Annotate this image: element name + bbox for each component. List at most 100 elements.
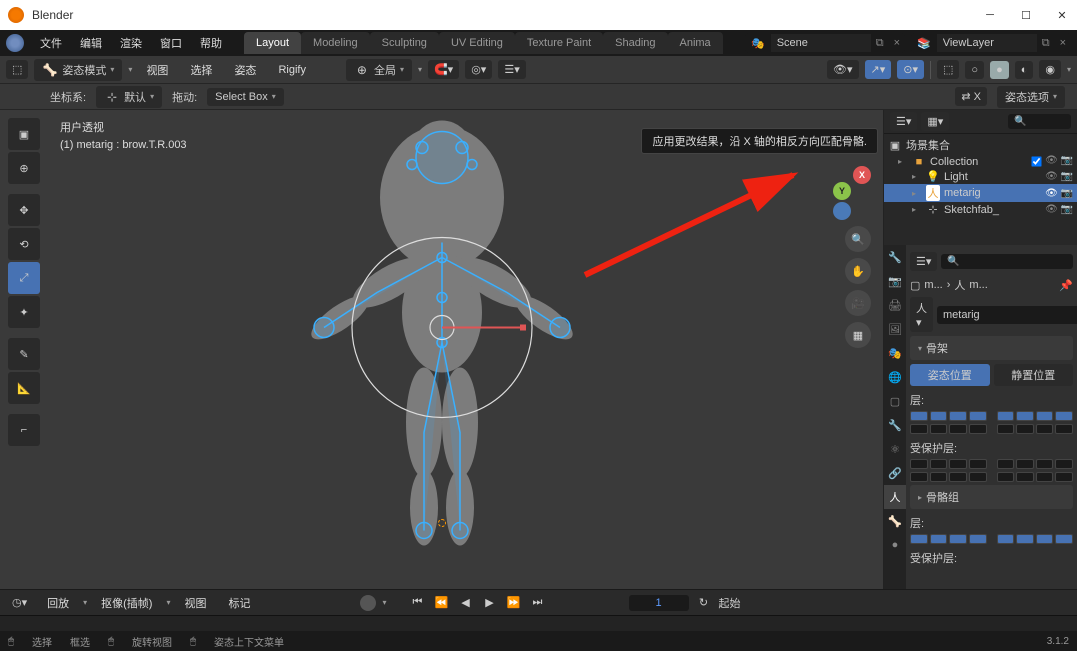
ptab-output[interactable]: 🖨 xyxy=(884,293,906,317)
timeline-marker[interactable]: 标记 xyxy=(220,591,258,615)
tool-rotate[interactable]: ⟲ xyxy=(8,228,40,260)
tool-extrude[interactable]: ⌐ xyxy=(8,414,40,446)
ptab-modifier[interactable]: 🔧 xyxy=(884,413,906,437)
outliner-display-mode[interactable]: ☰▾ xyxy=(890,112,917,131)
armature-datablock-icon[interactable]: 人▾ xyxy=(910,297,933,332)
visibility-dropdown[interactable]: 👁▾ xyxy=(827,60,859,79)
expand-icon[interactable]: ▸ xyxy=(898,157,908,166)
workspace-shading[interactable]: Shading xyxy=(603,32,667,54)
tool-transform[interactable]: ✦ xyxy=(8,296,40,328)
3d-viewport[interactable]: ▣ ⊕ ✥ ⟲ ⤢ ✦ ✎ 📐 ⌐ 用户透视 (1) metarig : bro… xyxy=(0,110,883,589)
ptab-tool[interactable]: 🔧 xyxy=(884,245,906,269)
ptab-object[interactable]: ▢ xyxy=(884,389,906,413)
viewlayer-delete-icon[interactable]: × xyxy=(1055,37,1071,49)
mirror-x-button[interactable]: ⇄ X xyxy=(955,87,987,106)
autokey-toggle[interactable] xyxy=(360,595,376,611)
ptab-scene[interactable]: 🎭 xyxy=(884,341,906,365)
shading-rendered[interactable]: ◉ xyxy=(1039,60,1061,79)
scene-copy-icon[interactable]: ⧉ xyxy=(871,37,889,50)
keyframe-prev-button[interactable]: ⏪ xyxy=(433,594,451,612)
protected-layers[interactable] xyxy=(910,459,1073,469)
ptab-physics[interactable]: ⚛ xyxy=(884,437,906,461)
keyframe-next-button[interactable]: ⏩ xyxy=(505,594,523,612)
menu-pose[interactable]: 姿态 xyxy=(226,58,264,82)
scene-field[interactable]: 🎭 ⧉ × xyxy=(745,33,905,53)
axis-x-icon[interactable]: X xyxy=(853,166,871,184)
pill-pose-position[interactable]: 姿态位置 xyxy=(910,364,990,386)
pan-button[interactable]: ✋ xyxy=(845,258,871,284)
snap-toggle[interactable]: 🧲▾ xyxy=(428,60,459,79)
collection-checkbox[interactable] xyxy=(1031,156,1041,166)
ptab-material[interactable]: ● xyxy=(884,533,906,557)
ptab-bone[interactable]: 🦴 xyxy=(884,509,906,533)
current-frame-input[interactable] xyxy=(629,595,689,611)
menu-window[interactable]: 窗口 xyxy=(152,31,190,55)
viewlayer-browse-icon[interactable]: 📚 xyxy=(911,37,937,50)
coord-dropdown[interactable]: ⊹ 默认 ▾ xyxy=(96,86,162,108)
perspective-toggle-button[interactable]: ▦ xyxy=(845,322,871,348)
drag-dropdown[interactable]: Select Box ▾ xyxy=(207,88,284,106)
axis-z-icon[interactable] xyxy=(833,202,851,220)
xray-toggle[interactable]: ⬚ xyxy=(937,60,959,79)
shading-material[interactable]: ◐ xyxy=(1015,61,1034,79)
gizmo-toggle[interactable]: ↗▾ xyxy=(865,60,892,79)
ptab-render[interactable]: 📷 xyxy=(884,269,906,293)
armature-layers[interactable] xyxy=(910,411,1073,421)
overlay-toggle[interactable]: ⊙▾ xyxy=(897,60,924,79)
scene-delete-icon[interactable]: × xyxy=(889,37,905,49)
pill-rest-position[interactable]: 静置位置 xyxy=(994,364,1074,386)
menu-select[interactable]: 选择 xyxy=(182,58,220,82)
outliner-filter-icon[interactable]: ▦▾ xyxy=(921,112,949,131)
scene-input[interactable] xyxy=(771,34,871,52)
workspace-texture[interactable]: Texture Paint xyxy=(515,32,603,54)
play-button[interactable]: ▶ xyxy=(481,594,499,612)
menu-help[interactable]: 帮助 xyxy=(192,31,230,55)
timeline-track[interactable] xyxy=(0,615,1077,631)
tool-measure[interactable]: 📐 xyxy=(8,372,40,404)
armature-name-input[interactable] xyxy=(937,306,1077,324)
app-icon[interactable] xyxy=(6,34,24,52)
armature-layers-2[interactable] xyxy=(910,424,1073,434)
menu-rigify[interactable]: Rigify xyxy=(270,60,314,80)
timeline-keying[interactable]: 抠像(插帧) xyxy=(93,591,160,615)
play-reverse-button[interactable]: ◀ xyxy=(457,594,475,612)
shading-solid[interactable]: ● xyxy=(990,61,1009,79)
tool-cursor[interactable]: ⊕ xyxy=(8,152,40,184)
orientation-dropdown[interactable]: ⊕ 全局 ▾ xyxy=(346,59,412,81)
bone-layers[interactable] xyxy=(910,534,1073,544)
outliner-search[interactable]: 🔍 xyxy=(1008,114,1071,129)
scene-browse-icon[interactable]: 🎭 xyxy=(745,37,771,50)
axis-y-icon[interactable]: Y xyxy=(833,182,851,200)
ptab-viewlayer[interactable]: 🖼 xyxy=(884,317,906,341)
props-options-icon[interactable]: ☰▾ xyxy=(910,252,937,271)
shading-wireframe[interactable]: ○ xyxy=(965,61,984,79)
chevron-down-icon[interactable]: ▾ xyxy=(128,65,132,74)
proportional-toggle[interactable]: ◎▾ xyxy=(465,60,492,79)
viewlayer-field[interactable]: 📚 ⧉ × xyxy=(911,33,1071,53)
tree-sketchfab[interactable]: ▸ ⊹ Sketchfab_ 👁 📷 xyxy=(884,202,1077,217)
tool-annotate[interactable]: ✎ xyxy=(8,338,40,370)
workspace-uv[interactable]: UV Editing xyxy=(439,32,515,54)
panel-bonegroups[interactable]: ▸骨骼组 xyxy=(910,485,1073,509)
tree-light[interactable]: ▸ 💡 Light 👁 📷 xyxy=(884,169,1077,184)
props-search[interactable]: 🔍 xyxy=(941,254,1073,269)
jump-start-button[interactable]: ⏮ xyxy=(409,594,427,612)
zoom-button[interactable]: 🔍 xyxy=(845,226,871,252)
timeline-editor-icon[interactable]: ◷▾ xyxy=(6,593,33,612)
protected-layers-2[interactable] xyxy=(910,472,1073,482)
expand-icon[interactable]: ▸ xyxy=(912,172,922,181)
frame-reset-icon[interactable]: ↻ xyxy=(695,594,713,612)
tree-collection[interactable]: ▸ ■ Collection 👁 📷 xyxy=(884,154,1077,169)
menu-edit[interactable]: 编辑 xyxy=(72,31,110,55)
nav-gizmo[interactable]: X Y xyxy=(807,150,871,214)
options-icon[interactable]: ☰▾ xyxy=(498,60,525,79)
chevron-down-icon[interactable]: ▾ xyxy=(1067,65,1071,74)
minimize-button[interactable]: ─ xyxy=(983,8,997,22)
ptab-armature[interactable]: 人 xyxy=(884,485,906,509)
workspace-layout[interactable]: Layout xyxy=(244,32,301,54)
menu-render[interactable]: 渲染 xyxy=(112,31,150,55)
workspace-modeling[interactable]: Modeling xyxy=(301,32,370,54)
expand-icon[interactable]: ▸ xyxy=(912,189,922,198)
menu-file[interactable]: 文件 xyxy=(32,31,70,55)
camera-view-button[interactable]: 🎥 xyxy=(845,290,871,316)
